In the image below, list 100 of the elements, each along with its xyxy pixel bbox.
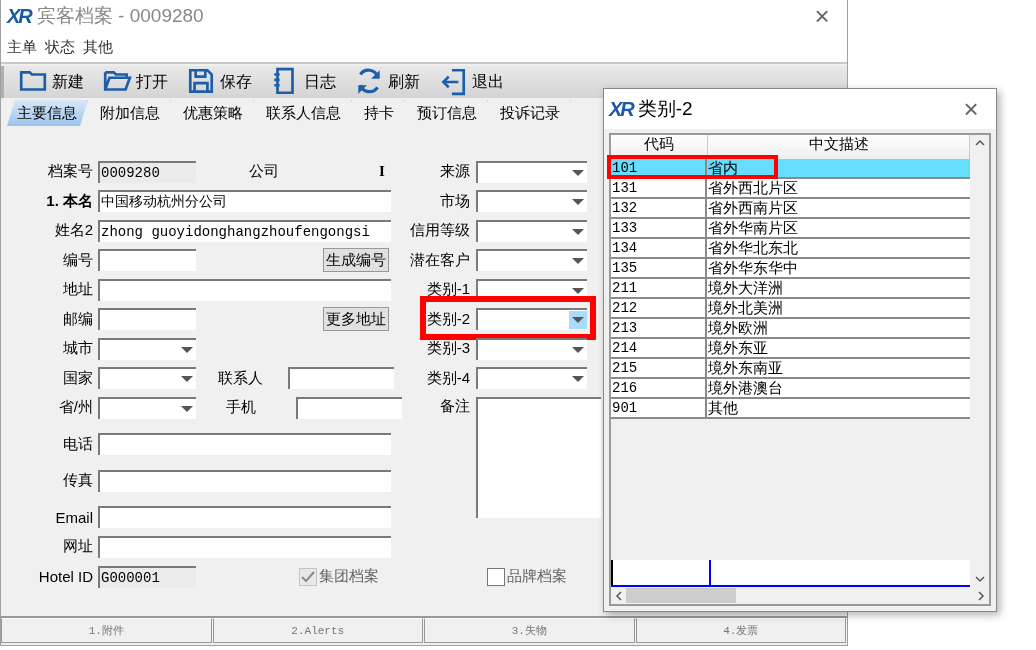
table-row[interactable]: 214 境外东亚 [611, 339, 971, 359]
description-cell-text: 省内 [707, 159, 739, 177]
code-cell: 215 [611, 359, 707, 377]
contact-field[interactable] [288, 367, 394, 390]
toolbar-button[interactable]: 刷新 [352, 67, 422, 97]
phone-field[interactable] [98, 433, 391, 456]
tab[interactable]: 优惠策略 [173, 100, 254, 126]
description-cell-text: 省外西南片区 [707, 199, 799, 217]
field-label: 类别-1 [425, 280, 471, 300]
tab[interactable]: 附加信息 [90, 100, 171, 126]
scroll-up-icon[interactable] [974, 139, 985, 146]
website-field[interactable] [98, 535, 391, 558]
code-cell: 133 [611, 219, 707, 237]
table-row[interactable]: 216 境外港澳台 [611, 379, 971, 399]
table-row[interactable]: 901 其他 [611, 399, 971, 419]
category-dropdown[interactable] [476, 337, 587, 360]
remark-field[interactable] [476, 397, 601, 518]
category-dropdown[interactable] [476, 219, 587, 242]
generate-number-button[interactable]: 生成编号 [323, 248, 389, 273]
address-field[interactable] [98, 278, 391, 301]
file-number-field[interactable]: 0009280 [98, 160, 196, 183]
email-field[interactable] [98, 506, 391, 529]
category-dropdown[interactable] [476, 190, 587, 213]
table-row[interactable]: 132 省外西南片区 [611, 199, 971, 219]
caret-icon [572, 287, 584, 294]
checkbox-label: 集团档案 [319, 567, 379, 587]
state-dropdown[interactable] [98, 396, 196, 419]
bottom-tab[interactable]: 4.发票 [635, 618, 846, 643]
scroll-right-icon[interactable] [978, 590, 985, 601]
table-row[interactable]: 101 省内 [611, 159, 971, 179]
field-label: 传真 [62, 471, 94, 491]
toolbar-button[interactable]: 打开 [100, 67, 170, 97]
tab[interactable]: 联系人信息 [256, 100, 352, 126]
toolbar-button[interactable]: 日志 [268, 67, 338, 97]
bottom-tab[interactable]: 2.Alerts [212, 618, 423, 643]
scroll-down-icon[interactable] [974, 576, 985, 583]
field-label: 地址 [62, 280, 94, 300]
table-row[interactable]: 131 省外西北片区 [611, 179, 971, 199]
more-address-button[interactable]: 更多地址 [323, 307, 389, 332]
fax-field[interactable] [98, 469, 391, 492]
category-dropdown[interactable] [476, 308, 587, 331]
tab[interactable]: 持卡 [354, 100, 405, 126]
caret-icon [181, 346, 193, 353]
tab[interactable]: 预订信息 [407, 100, 488, 126]
category-dropdown[interactable] [476, 249, 587, 272]
close-button[interactable]: × [797, 0, 847, 32]
table-row[interactable]: 212 境外北美洲 [611, 299, 971, 319]
tab[interactable]: 主要信息 [7, 100, 88, 126]
bottom-tab[interactable]: 1.附件 [1, 618, 212, 643]
description-cell-text: 境外欧洲 [707, 319, 769, 337]
caret-icon [572, 228, 584, 235]
caret-icon [572, 317, 584, 324]
country-dropdown[interactable] [98, 367, 196, 390]
field-label: 类别-3 [425, 339, 471, 359]
number-field[interactable] [98, 249, 196, 272]
field-label: 潜在客户 [409, 250, 471, 270]
field-label: 城市 [62, 339, 94, 359]
code-cell: 211 [611, 279, 707, 297]
type-value: I [379, 163, 385, 181]
zip-field[interactable] [98, 308, 196, 331]
table-row[interactable]: 213 境外欧洲 [611, 319, 971, 339]
field-label: 档案号 [47, 162, 94, 182]
close-button[interactable]: × [946, 93, 996, 125]
toolbar-button[interactable]: 保存 [184, 67, 254, 97]
toolbar-button[interactable]: 新建 [16, 67, 86, 97]
table-row[interactable]: 211 境外大洋洲 [611, 279, 971, 299]
category-dropdown[interactable] [476, 367, 587, 390]
table-row[interactable]: 215 境外东南亚 [611, 359, 971, 379]
mobile-field[interactable] [296, 396, 402, 419]
caret-icon [572, 346, 584, 353]
bottom-tab[interactable]: 3.失物 [424, 618, 635, 643]
scroll-left-icon[interactable] [615, 590, 622, 601]
field-label: 1. 本名 [45, 191, 94, 211]
toolbar-button[interactable]: 退出 [436, 67, 506, 97]
checkbox[interactable] [487, 567, 505, 586]
hotel-id-field[interactable]: G000001 [98, 565, 196, 588]
category-dropdown[interactable] [476, 160, 587, 183]
description-cell-text: 境外港澳台 [707, 379, 784, 397]
description-cell-text: 其他 [707, 399, 739, 417]
app-logo: XR [7, 4, 31, 28]
description-cell-text: 境外大洋洲 [707, 279, 784, 297]
field-label: 类别-4 [425, 368, 471, 388]
caret-icon [572, 169, 584, 176]
name-field[interactable]: 中国移动杭州分公司 [98, 190, 391, 213]
new-row[interactable] [611, 560, 971, 587]
field-label: 姓名2 [53, 221, 94, 241]
field-label: 备注 [439, 397, 471, 416]
menu-item[interactable]: 状态 [45, 37, 75, 57]
city-dropdown[interactable] [98, 337, 196, 360]
menu-item[interactable]: 其他 [83, 37, 113, 57]
name2-field[interactable]: zhong guoyidonghangzhoufengongsi [98, 219, 391, 242]
table-row[interactable]: 133 省外华南片区 [611, 219, 971, 239]
dropdown-button[interactable] [569, 311, 587, 330]
tab[interactable]: 投诉记录 [490, 100, 571, 126]
dialog-title: 类别-2 [637, 97, 694, 121]
description-cell-text: 境外东亚 [707, 339, 769, 357]
scrollbar-thumb[interactable] [626, 588, 736, 603]
table-row[interactable]: 134 省外华北东北 [611, 239, 971, 259]
table-row[interactable]: 135 省外华东华中 [611, 259, 971, 279]
menu-item[interactable]: 主单 [7, 37, 37, 57]
